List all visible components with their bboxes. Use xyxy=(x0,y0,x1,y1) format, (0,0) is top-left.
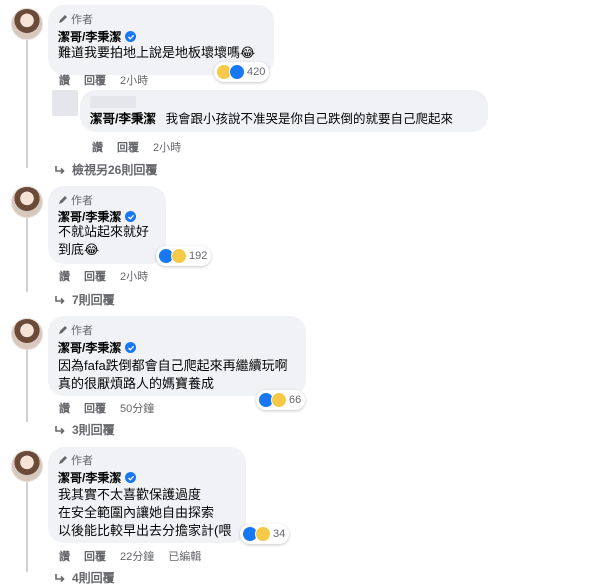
author-tag-label: 作者 xyxy=(71,14,93,26)
reaction-summary[interactable]: 192 xyxy=(156,246,212,266)
reaction-summary[interactable]: 420 xyxy=(214,62,270,82)
comment-actions: 讚 回覆 2小時 xyxy=(59,268,148,284)
verified-badge-icon xyxy=(125,472,137,483)
like-action[interactable]: 讚 xyxy=(92,139,103,155)
timestamp[interactable]: 2小時 xyxy=(153,139,181,155)
like-icon xyxy=(229,64,245,80)
timestamp[interactable]: 22分鐘 xyxy=(120,548,154,564)
commenter-name[interactable]: 潔哥/李秉潔 xyxy=(58,28,137,45)
reaction-count: 66 xyxy=(289,394,302,406)
author-tag: 作者 xyxy=(58,11,93,27)
reply-arrow-icon xyxy=(55,573,65,582)
reply-text: 潔哥/李秉潔 我會跟小孩說不准哭是你自己跌倒的就要自己爬起來 xyxy=(90,110,453,128)
pencil-icon xyxy=(59,15,67,23)
comment-text: 難道我要拍地上說是地板壞壞嗎😂 xyxy=(58,45,256,60)
edited-label[interactable]: 已編輯 xyxy=(168,548,201,564)
pencil-icon xyxy=(59,326,67,334)
avatar[interactable] xyxy=(11,186,43,218)
reply-actions: 讚 回覆 2小時 xyxy=(92,139,181,155)
reply-action[interactable]: 回覆 xyxy=(84,72,106,88)
comment-actions: 讚 回覆 22分鐘 已編輯 xyxy=(59,548,201,564)
comment-actions: 讚 回覆 50分鐘 xyxy=(59,400,154,416)
verified-badge-icon xyxy=(125,211,137,222)
reply-action[interactable]: 回覆 xyxy=(84,268,106,284)
timestamp[interactable]: 50分鐘 xyxy=(120,400,154,416)
thread-line xyxy=(26,482,28,572)
comment-text: 到底😂 xyxy=(58,242,100,257)
comment-text: 在安全範圍內讓她自由探索 xyxy=(58,505,215,520)
view-more-replies[interactable]: 4則回覆 xyxy=(54,569,115,586)
verified-badge-icon xyxy=(125,342,137,353)
reply-message: 我會跟小孩說不准哭是你自己跌倒的就要自己爬起來 xyxy=(165,112,453,126)
reply-avatar[interactable] xyxy=(52,90,78,116)
reaction-summary[interactable]: 34 xyxy=(240,524,290,544)
comment-text: 因為fafa跌倒都會自己爬起來再繼續玩啊 xyxy=(58,358,288,373)
comment-text: 不就站起來就好 xyxy=(58,224,150,239)
reply-action[interactable]: 回覆 xyxy=(117,139,139,155)
haha-icon xyxy=(171,248,187,264)
haha-icon xyxy=(271,392,287,408)
author-tag-label: 作者 xyxy=(71,455,93,467)
thread-line xyxy=(26,218,28,292)
view-more-replies[interactable]: 7則回覆 xyxy=(54,291,115,308)
author-tag-label: 作者 xyxy=(71,325,93,337)
reply-arrow-icon xyxy=(55,425,65,434)
reply-action[interactable]: 回覆 xyxy=(84,548,106,564)
reply-action[interactable]: 回覆 xyxy=(84,400,106,416)
reaction-count: 192 xyxy=(189,250,208,262)
like-action[interactable]: 讚 xyxy=(59,72,70,88)
reply-author-blurred[interactable] xyxy=(90,96,136,108)
view-more-replies[interactable]: 檢視另26則回覆 xyxy=(54,161,157,178)
avatar[interactable] xyxy=(11,450,43,482)
reply-mention[interactable]: 潔哥/李秉潔 xyxy=(90,112,156,126)
avatar[interactable] xyxy=(11,8,43,40)
avatar[interactable] xyxy=(11,318,43,350)
view-more-replies[interactable]: 3則回覆 xyxy=(54,421,115,438)
like-action[interactable]: 讚 xyxy=(59,400,70,416)
pencil-icon xyxy=(59,456,67,464)
reply-arrow-icon xyxy=(55,165,65,174)
reaction-count: 34 xyxy=(273,528,286,540)
comment-text: 我其實不太喜歡保護過度 xyxy=(58,487,202,502)
timestamp[interactable]: 2小時 xyxy=(120,72,148,88)
author-tag: 作者 xyxy=(58,192,93,208)
author-tag: 作者 xyxy=(58,322,93,338)
like-action[interactable]: 讚 xyxy=(59,548,70,564)
pencil-icon xyxy=(59,196,67,204)
thread-line xyxy=(26,350,28,422)
commenter-name[interactable]: 潔哥/李秉潔 xyxy=(58,339,137,356)
reaction-count: 420 xyxy=(247,66,266,78)
comment-text: 真的很厭煩路人的媽寶養成 xyxy=(58,376,215,391)
haha-icon xyxy=(255,526,271,542)
reply-arrow-icon xyxy=(55,295,65,304)
author-tag-label: 作者 xyxy=(71,195,93,207)
comment-actions: 讚 回覆 2小時 xyxy=(59,72,148,88)
timestamp[interactable]: 2小時 xyxy=(120,268,148,284)
comment-text: 以後能比較早出去分擔家計(喂 xyxy=(58,523,232,538)
reaction-summary[interactable]: 66 xyxy=(256,390,306,410)
verified-badge-icon xyxy=(125,31,137,42)
author-tag: 作者 xyxy=(58,452,93,468)
like-action[interactable]: 讚 xyxy=(59,268,70,284)
commenter-name[interactable]: 潔哥/李秉潔 xyxy=(58,469,137,486)
thread-line xyxy=(26,40,28,168)
